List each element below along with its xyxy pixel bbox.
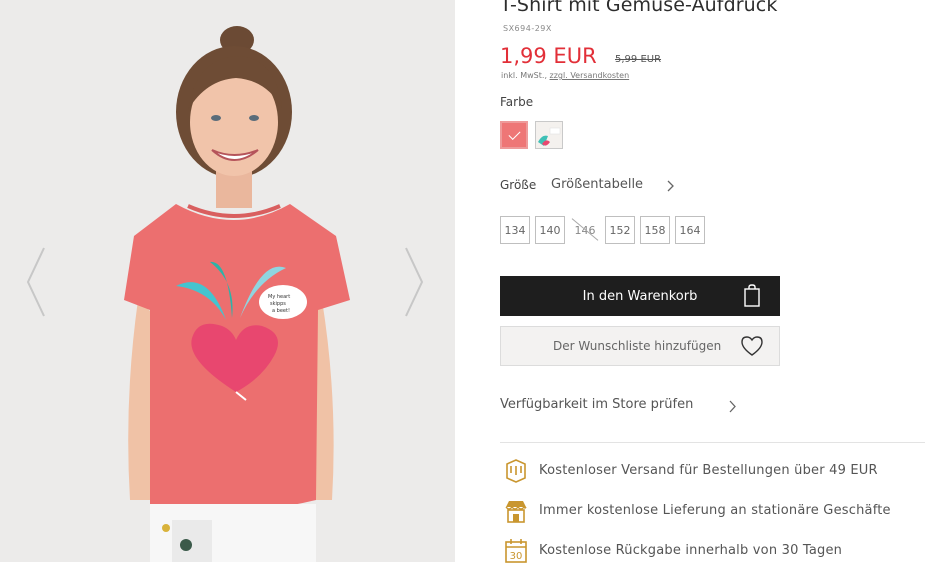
product-info: T-Shirt mit Gemüse-Aufdruck SX694-29X 1,… — [500, 0, 925, 563]
product-price: 1,99 EUR — [500, 44, 597, 68]
add-to-wishlist-label: Der Wunschliste hinzufügen — [553, 339, 722, 353]
svg-text:My heart: My heart — [268, 294, 290, 300]
benefit-store-delivery: Immer kostenlose Lieferung an stationäre… — [500, 498, 925, 526]
vat-info: inkl. MwSt., zzgl. Versandkosten — [501, 71, 629, 80]
color-swatch-white[interactable] — [535, 121, 563, 149]
heart-icon — [741, 336, 763, 356]
color-swatch-coral[interactable] — [500, 121, 528, 149]
store-availability-link[interactable]: Verfügbarkeit im Store prüfen — [500, 397, 693, 412]
check-icon — [508, 127, 521, 141]
add-to-wishlist-button[interactable]: Der Wunschliste hinzufügen — [500, 326, 780, 366]
vat-text: inkl. MwSt., — [501, 71, 547, 80]
store-icon — [505, 501, 527, 523]
calendar-30-icon: 30 — [505, 539, 527, 563]
calendar-badge-text: 30 — [510, 551, 523, 562]
size-option-152[interactable]: 152 — [605, 216, 635, 244]
shipping-box-icon — [506, 459, 526, 483]
benefit-text: Immer kostenlose Lieferung an stationäre… — [539, 503, 891, 518]
chevron-right-icon[interactable] — [726, 400, 738, 413]
add-to-cart-button[interactable]: In den Warenkorb — [500, 276, 780, 316]
section-divider — [500, 442, 925, 443]
product-photo: My heart skipps a beet! — [0, 0, 455, 562]
product-gallery: My heart skipps a beet! — [0, 0, 455, 562]
size-option-140[interactable]: 140 — [535, 216, 565, 244]
shipping-costs-link[interactable]: zzgl. Versandkosten — [550, 71, 630, 80]
product-old-price: 5,99 EUR — [615, 54, 662, 65]
svg-text:a beet!: a beet! — [272, 308, 290, 314]
size-option-146-unavailable: 146 — [570, 216, 600, 244]
benefit-text: Kostenloser Versand für Bestellungen übe… — [539, 463, 878, 478]
benefit-text: Kostenlose Rückgabe innerhalb von 30 Tag… — [539, 543, 843, 558]
product-sku: SX694-29X — [503, 24, 552, 33]
svg-text:skipps: skipps — [270, 301, 286, 307]
next-image-arrow-icon[interactable] — [402, 246, 426, 318]
size-option-134[interactable]: 134 — [500, 216, 530, 244]
size-option-164[interactable]: 164 — [675, 216, 705, 244]
chevron-right-icon[interactable] — [664, 180, 676, 192]
shopping-bag-icon — [744, 284, 760, 307]
size-guide-link[interactable]: Größentabelle — [551, 177, 643, 192]
benefit-free-shipping: Kostenloser Versand für Bestellungen übe… — [500, 458, 925, 486]
add-to-cart-label: In den Warenkorb — [582, 288, 698, 304]
size-option-158[interactable]: 158 — [640, 216, 670, 244]
white-shirt-thumbnail-icon — [536, 122, 562, 148]
size-label: Größe — [500, 178, 537, 192]
previous-image-arrow-icon[interactable] — [24, 246, 48, 318]
product-title: T-Shirt mit Gemüse-Aufdruck — [500, 0, 778, 16]
color-label: Farbe — [500, 95, 534, 109]
